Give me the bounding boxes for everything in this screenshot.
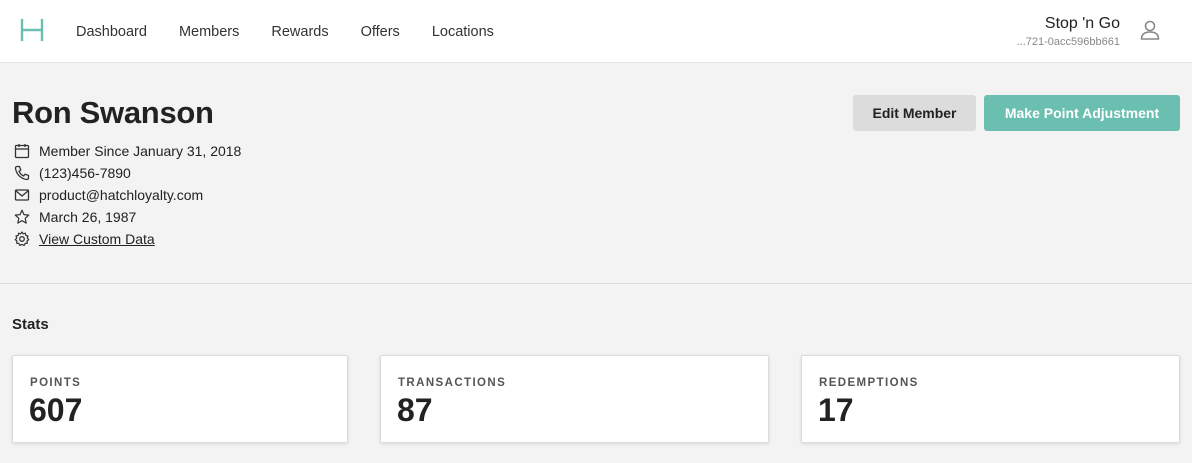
- edit-member-button[interactable]: Edit Member: [853, 95, 976, 131]
- mail-icon: [13, 186, 31, 204]
- member-since-text: Member Since January 31, 2018: [39, 143, 242, 159]
- custom-data-row: View Custom Data: [12, 228, 241, 250]
- member-since-row: Member Since January 31, 2018: [12, 140, 241, 162]
- stat-value: 87: [397, 392, 433, 428]
- top-navigation-bar: Dashboard Members Rewards Offers Locatio…: [0, 0, 1192, 63]
- birthday-row: March 26, 1987: [12, 206, 241, 228]
- main-nav: Dashboard Members Rewards Offers Locatio…: [76, 0, 526, 63]
- phone-row: (123)456-7890: [12, 162, 241, 184]
- store-name: Stop 'n Go: [1044, 15, 1120, 32]
- email-text: product@hatchloyalty.com: [39, 187, 204, 203]
- stat-label: POINTS: [30, 377, 82, 389]
- nav-item-members[interactable]: Members: [179, 24, 239, 40]
- account-id: ...721-0acc596bb661: [1016, 36, 1120, 48]
- calendar-icon: [13, 142, 31, 160]
- view-custom-data-link[interactable]: View Custom Data: [39, 231, 155, 247]
- nav-item-locations[interactable]: Locations: [432, 24, 494, 40]
- stat-label: REDEMPTIONS: [819, 377, 919, 389]
- stats-heading: Stats: [12, 316, 49, 333]
- email-row: product@hatchloyalty.com: [12, 184, 241, 206]
- member-profile: Ron Swanson Member Since January 31, 201…: [12, 95, 241, 250]
- nav-item-dashboard[interactable]: Dashboard: [76, 24, 147, 40]
- stat-value: 607: [29, 392, 83, 428]
- stat-card-points: POINTS 607: [12, 355, 348, 443]
- stat-card-transactions: TRANSACTIONS 87: [380, 355, 769, 443]
- stat-label: TRANSACTIONS: [398, 377, 507, 389]
- make-point-adjustment-button[interactable]: Make Point Adjustment: [984, 95, 1180, 131]
- gear-icon: [13, 230, 31, 248]
- stat-card-redemptions: REDEMPTIONS 17: [801, 355, 1180, 443]
- phone-icon: [13, 164, 31, 182]
- star-icon: [13, 208, 31, 226]
- section-divider: [0, 283, 1192, 284]
- member-details: Member Since January 31, 2018 (123)456-7…: [12, 140, 241, 250]
- nav-item-offers[interactable]: Offers: [361, 24, 400, 40]
- user-icon[interactable]: [1139, 19, 1161, 41]
- member-name: Ron Swanson: [12, 95, 214, 130]
- hatch-logo-icon[interactable]: [19, 17, 45, 43]
- stat-value: 17: [818, 392, 854, 428]
- birthday-text: March 26, 1987: [39, 209, 137, 225]
- account-switcher[interactable]: Stop 'n Go ...721-0acc596bb661: [1017, 15, 1120, 49]
- phone-text: (123)456-7890: [39, 165, 131, 181]
- nav-item-rewards[interactable]: Rewards: [271, 24, 328, 40]
